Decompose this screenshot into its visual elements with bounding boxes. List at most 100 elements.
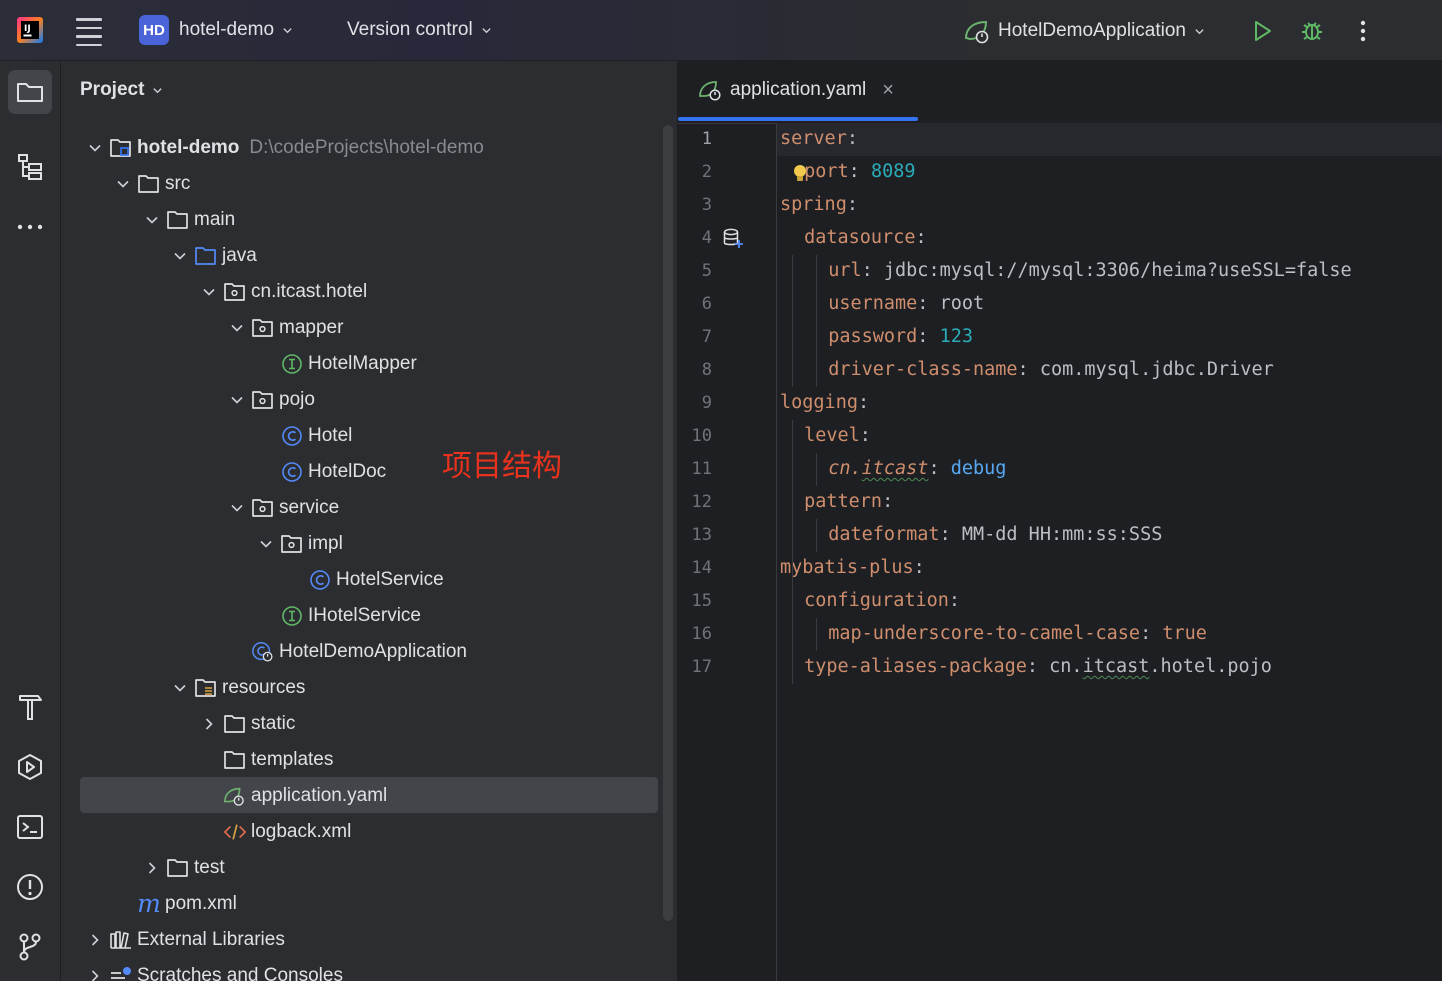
close-icon[interactable]: ×	[882, 79, 894, 102]
tree-node-hotelservice[interactable]: HotelService	[282, 562, 444, 598]
chevron-down-icon	[1195, 28, 1204, 34]
intellij-logo-icon[interactable]: IJ	[17, 17, 43, 43]
tree-node-label: logback.xml	[251, 821, 352, 842]
svg-text:IJ: IJ	[24, 24, 31, 34]
tree-node-external-libraries[interactable]: External Libraries	[83, 922, 285, 958]
line-number: 8	[701, 360, 712, 380]
tree-node-test[interactable]: test	[140, 850, 225, 886]
chevron-down-icon[interactable]	[140, 208, 164, 232]
run-configuration-selector[interactable]: HotelDemoApplication	[962, 15, 1205, 47]
chevron-down-icon[interactable]	[254, 532, 278, 556]
project-view-selector[interactable]: Project	[80, 79, 163, 101]
run-button[interactable]	[1247, 16, 1277, 46]
line-number: 13	[691, 525, 712, 545]
yaml-separator: :	[859, 425, 871, 446]
yaml-separator: :	[857, 392, 870, 413]
services-tool-button[interactable]	[8, 745, 52, 789]
tree-node-mapper[interactable]: mapper	[225, 310, 343, 346]
tree-node-main[interactable]: main	[140, 202, 235, 238]
chevron-down-icon[interactable]	[225, 388, 249, 412]
line-number: 2	[701, 162, 712, 182]
tree-node-hotel-demo[interactable]: hotel-demo D:\codeProjects\hotel-demo	[83, 130, 484, 166]
code-text: configuration:	[804, 590, 960, 611]
yaml-key: driver-class-name	[828, 359, 1018, 380]
vertical-scrollbar[interactable]	[663, 125, 673, 921]
intention-bulb-icon[interactable]	[792, 164, 808, 189]
tree-node-ihotelservice[interactable]: IHotelService	[254, 598, 421, 634]
code-line[interactable]: 9 logging:	[678, 387, 1442, 420]
chevron-down-icon[interactable]	[225, 316, 249, 340]
tree-node-service[interactable]: service	[225, 490, 339, 526]
chevron-down-icon[interactable]	[168, 676, 192, 700]
tree-node-hoteldoc[interactable]: HotelDoc	[254, 454, 386, 490]
tree-node-static[interactable]: static	[197, 706, 295, 742]
source-folder-icon	[194, 244, 218, 268]
yaml-key: logging	[780, 392, 858, 413]
yaml-key: mybatis-plus	[780, 557, 914, 578]
tree-node-label: templates	[251, 749, 334, 770]
yaml-key: server	[780, 128, 847, 149]
tree-node-application-yaml[interactable]: application.yaml	[197, 778, 387, 814]
git-tool-button[interactable]	[8, 925, 52, 969]
chevron-down-icon[interactable]	[168, 244, 192, 268]
code-line[interactable]: 3 spring:	[678, 189, 1442, 222]
tree-node-label: Scratches and Consoles	[137, 965, 343, 981]
chevron-down-icon[interactable]	[83, 136, 107, 160]
editor-tab-application-yaml[interactable]: application.yaml ×	[678, 61, 918, 119]
chevron-right-icon[interactable]	[140, 856, 164, 880]
tree-node-label: resources	[222, 677, 306, 698]
tree-node-label: java	[222, 245, 257, 266]
structure-tool-button[interactable]	[8, 145, 52, 189]
tree-node-resources[interactable]: resources	[168, 670, 305, 706]
problems-tool-button[interactable]	[8, 865, 52, 909]
tree-node-scratches-and-consoles[interactable]: Scratches and Consoles	[83, 958, 343, 981]
terminal-tool-button[interactable]	[8, 805, 52, 849]
tree-node-pom-xml[interactable]: m pom.xml	[111, 886, 237, 922]
chevron-right-icon[interactable]	[83, 928, 107, 952]
package-icon	[251, 316, 275, 340]
chevron-down-icon[interactable]	[111, 172, 135, 196]
tree-node-templates[interactable]: templates	[197, 742, 333, 778]
line-number: 11	[691, 459, 712, 479]
build-tool-button[interactable]	[8, 685, 52, 729]
chevron-down-icon[interactable]	[197, 280, 221, 304]
tree-node-label: Hotel	[308, 425, 353, 446]
chevron-down-icon[interactable]	[225, 496, 249, 520]
more-tools-button[interactable]	[8, 205, 52, 249]
tree-node-src[interactable]: src	[111, 166, 190, 202]
database-icon[interactable]	[722, 227, 744, 254]
tree-node-pojo[interactable]: pojo	[225, 382, 315, 418]
chevron-right-icon[interactable]	[83, 964, 107, 981]
tree-node-impl[interactable]: impl	[254, 526, 343, 562]
tree-node-hotelmapper[interactable]: HotelMapper	[254, 346, 417, 382]
code-text: map-underscore-to-camel-case: true	[828, 623, 1207, 644]
project-widget[interactable]: HD hotel-demo	[139, 15, 293, 45]
version-control-widget[interactable]: Version control	[347, 15, 492, 45]
code-line[interactable]: 1 server:	[678, 123, 1442, 156]
tree-node-label: static	[251, 713, 296, 734]
module-path: D:\codeProjects\hotel-demo	[249, 137, 484, 158]
tree-node-label: External Libraries	[137, 929, 285, 950]
tree-node-cn-itcast-hotel[interactable]: cn.itcast.hotel	[197, 274, 367, 310]
tree-node-java[interactable]: java	[168, 238, 257, 274]
indent-guide	[792, 255, 794, 387]
code-line[interactable]: 2 port: 8089	[678, 156, 1442, 189]
tree-node-logback-xml[interactable]: logback.xml	[197, 814, 351, 850]
chevron-right-icon[interactable]	[197, 712, 221, 736]
yaml-key: configuration	[804, 590, 949, 611]
tree-node-hotel[interactable]: Hotel	[254, 418, 352, 454]
yaml-value: debug	[950, 458, 1007, 479]
debug-button[interactable]	[1297, 16, 1327, 46]
more-actions-button[interactable]	[1350, 16, 1376, 46]
interface-icon	[280, 352, 304, 376]
main-menu-button[interactable]	[76, 18, 102, 46]
code-text: dateformat: MM-dd HH:mm:ss:SSS	[828, 524, 1162, 545]
project-tool-button[interactable]	[8, 70, 52, 114]
tree-node-label: HotelDemoApplication	[279, 641, 467, 662]
more-horizontal-icon	[17, 224, 43, 230]
tree-node-hoteldemoapplication[interactable]: HotelDemoApplication	[225, 634, 467, 670]
code-line[interactable]: 4 datasource:	[678, 222, 1442, 255]
